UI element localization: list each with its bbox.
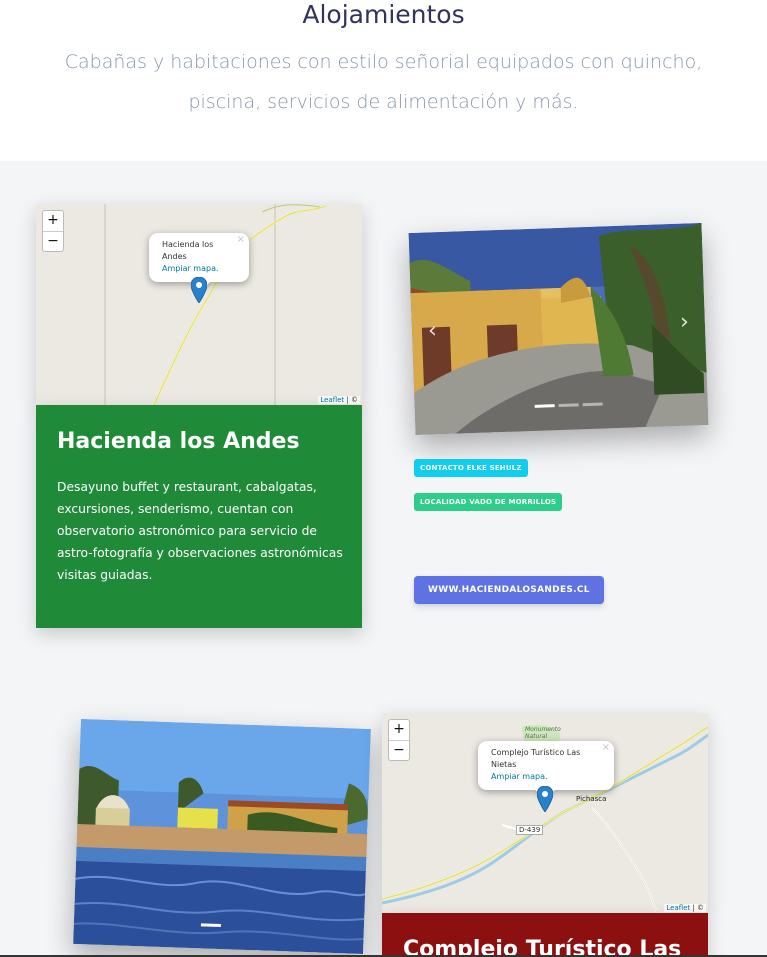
map-popup: × Hacienda los Andes Ampiar mapa. (149, 233, 249, 292)
map-label-road: D-439 (516, 825, 544, 835)
carousel-indicator-active[interactable] (200, 923, 221, 928)
map-zoom-control: + − (388, 719, 410, 761)
popup-close-icon[interactable]: × (237, 234, 245, 246)
section-title: Alojamientos (302, 0, 465, 29)
zoom-out-button[interactable]: − (43, 231, 63, 251)
map-hacienda-los-andes[interactable]: + − × Hacienda los Andes Ampiar mapa. Le… (36, 204, 362, 405)
section-header: Alojamientos Cabañas y habitaciones con … (0, 0, 767, 161)
map-zoom-control: + − (42, 210, 64, 252)
map-label-town: Pichasca (576, 795, 607, 803)
photo-carousel-las-nietas[interactable] (73, 719, 371, 954)
zoom-out-button[interactable]: − (389, 740, 409, 760)
website-button[interactable]: WWW.HACIENDALOSANDES.CL (414, 576, 604, 604)
map-popup: × Complejo Turístico Las Nietas Ampiar m… (478, 741, 614, 800)
attribution-text: | © (344, 396, 358, 404)
photo-carousel-hacienda[interactable]: ‹ › (408, 222, 709, 436)
carousel-image (73, 719, 371, 954)
location-badge: LOCALIDAD VADO DE MORRILLOS (414, 493, 563, 511)
attribution-link[interactable]: Leaflet (320, 396, 344, 404)
zoom-in-button[interactable]: + (43, 211, 63, 231)
attribution-text: | © (690, 904, 704, 912)
listing-title: Complejo Turístico Las (403, 937, 682, 957)
popup-title: Complejo Turístico Las Nietas (491, 748, 581, 769)
map-marker-icon[interactable] (191, 277, 207, 303)
carousel-next-icon[interactable]: › (680, 309, 690, 334)
zoom-in-button[interactable]: + (389, 720, 409, 740)
attribution-link[interactable]: Leaflet (666, 904, 690, 912)
listing-description: Desayuno buffet y restaurant, cabalgatas… (57, 480, 343, 582)
listing-title: Hacienda los Andes (57, 429, 300, 454)
listing-card: Complejo Turístico Las (382, 913, 708, 957)
map-attribution: Leaflet | © (664, 904, 706, 912)
map-attribution: Leaflet | © (318, 396, 360, 404)
popup-close-icon[interactable]: × (602, 742, 610, 754)
map-marker-icon[interactable] (537, 786, 553, 812)
map-label-monument: Monumento Natural (525, 726, 561, 740)
section-subtitle: Cabañas y habitaciones con estilo señori… (64, 51, 703, 113)
carousel-prev-icon[interactable]: ‹ (428, 318, 438, 343)
map-las-nietas[interactable]: Monumento Natural Pichasca D-439 + − × C… (382, 713, 708, 913)
popup-title: Hacienda los Andes (162, 240, 214, 261)
listing-card: Hacienda los Andes Desayuno buffet y res… (36, 405, 362, 628)
contact-badge: CONTACTO ELKE SEHULZ (414, 459, 528, 477)
